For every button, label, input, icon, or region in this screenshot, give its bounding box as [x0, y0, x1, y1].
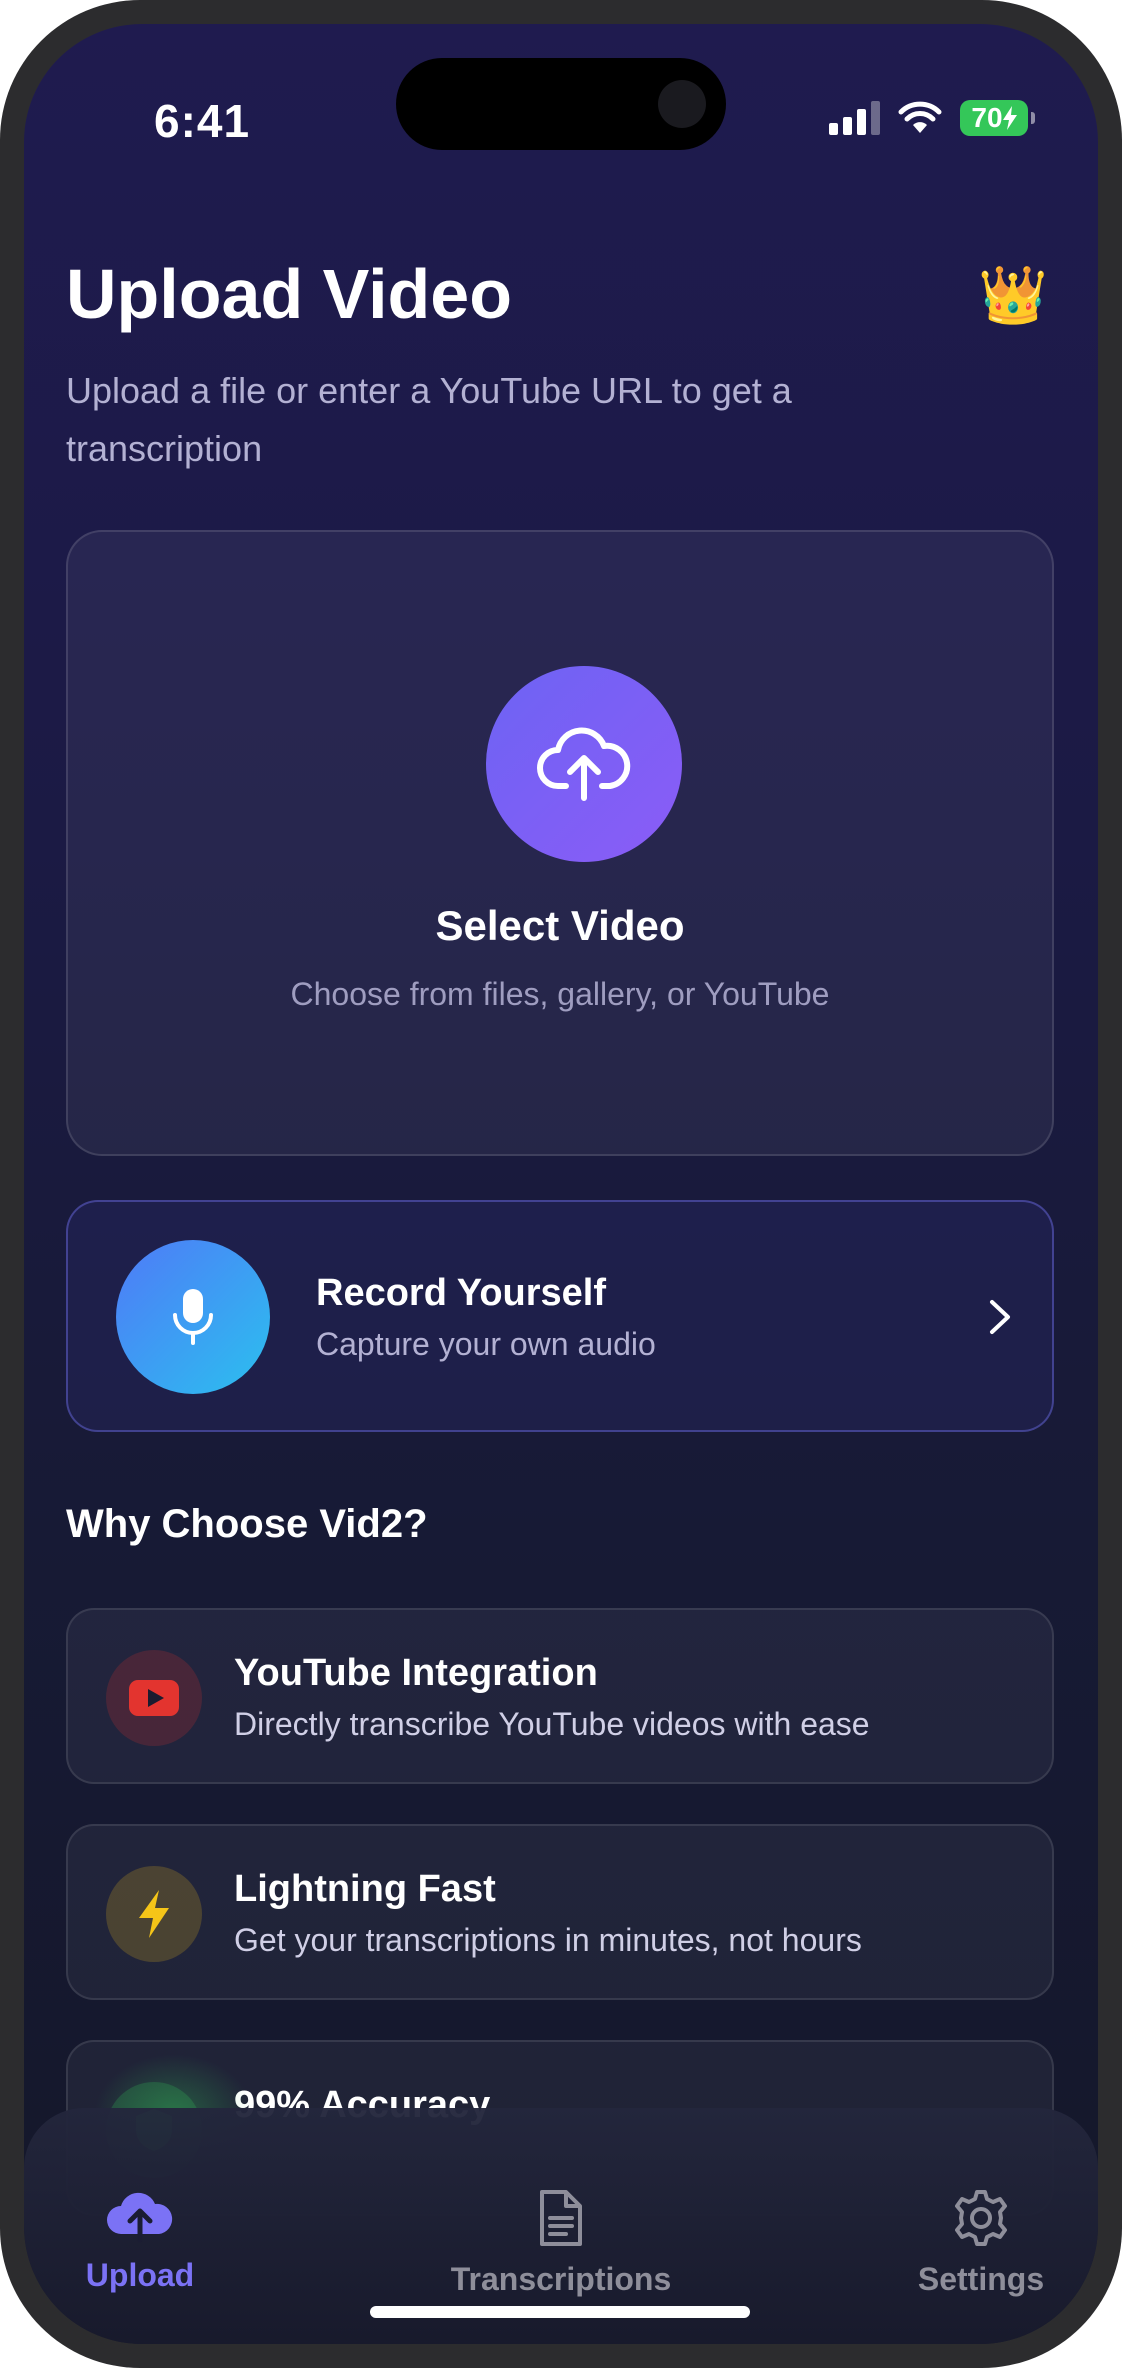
- lightning-icon: [139, 1890, 169, 1938]
- feature-lightning-fast: Lightning Fast Get your transcriptions i…: [66, 1824, 1054, 2000]
- cloud-upload-icon: [537, 727, 631, 801]
- home-indicator[interactable]: [370, 2306, 750, 2318]
- microphone-icon: [173, 1289, 213, 1345]
- page-title: Upload Video: [66, 255, 512, 333]
- lightning-icon-circle: [106, 1866, 202, 1962]
- status-indicators: 70: [829, 100, 1035, 136]
- tab-label: Upload: [85, 2257, 195, 2293]
- tab-label: Transcriptions: [450, 2261, 672, 2297]
- record-yourself-subtitle: Capture your own audio: [316, 1326, 656, 1362]
- feature-title: YouTube Integration: [234, 1652, 598, 1694]
- battery-icon: 70: [960, 100, 1035, 136]
- feature-youtube-integration: YouTube Integration Directly transcribe …: [66, 1608, 1054, 1784]
- chevron-right-icon: [990, 1300, 1010, 1334]
- status-time: 6:41: [154, 95, 251, 147]
- feature-subtitle: Directly transcribe YouTube videos with …: [234, 1706, 870, 1742]
- tab-transcriptions[interactable]: Transcriptions: [411, 2188, 711, 2298]
- page-subtitle: Upload a file or enter a YouTube URL to …: [66, 370, 792, 469]
- battery-level: 70: [971, 102, 1003, 133]
- cloud-upload-icon: [107, 2192, 173, 2243]
- wifi-icon: [898, 101, 942, 133]
- feature-subtitle: Get your transcriptions in minutes, not …: [234, 1922, 862, 1958]
- cellular-signal-icon: [829, 101, 880, 135]
- crown-icon[interactable]: 👑: [978, 262, 1048, 328]
- gear-icon: [955, 2190, 1007, 2246]
- upload-button-circle[interactable]: [486, 666, 682, 862]
- record-yourself-card[interactable]: Record Yourself Capture your own audio: [66, 1200, 1054, 1432]
- document-icon: [540, 2190, 582, 2246]
- tab-label: Settings: [917, 2261, 1045, 2297]
- app-screen: 6:41 70 Upload Video 👑 Upload a file or …: [24, 24, 1098, 2344]
- record-yourself-title: Record Yourself: [316, 1272, 607, 1314]
- dynamic-island: [396, 58, 726, 150]
- features-section-title: Why Choose Vid2?: [66, 1502, 428, 1546]
- youtube-icon-circle: [106, 1650, 202, 1746]
- select-video-subtitle: Choose from files, gallery, or YouTube: [290, 976, 830, 1012]
- select-video-card[interactable]: Select Video Choose from files, gallery,…: [66, 530, 1054, 1156]
- camera-icon: [658, 80, 706, 128]
- charging-bolt-icon: [1002, 106, 1017, 130]
- device-frame: 6:41 70 Upload Video 👑 Upload a file or …: [0, 0, 1122, 2368]
- tab-settings[interactable]: Settings: [831, 2188, 1098, 2298]
- youtube-icon: [129, 1680, 179, 1716]
- feature-title: Lightning Fast: [234, 1868, 496, 1910]
- tab-upload[interactable]: Upload: [24, 2188, 290, 2294]
- select-video-title: Select Video: [435, 902, 685, 949]
- microphone-circle: [116, 1240, 270, 1394]
